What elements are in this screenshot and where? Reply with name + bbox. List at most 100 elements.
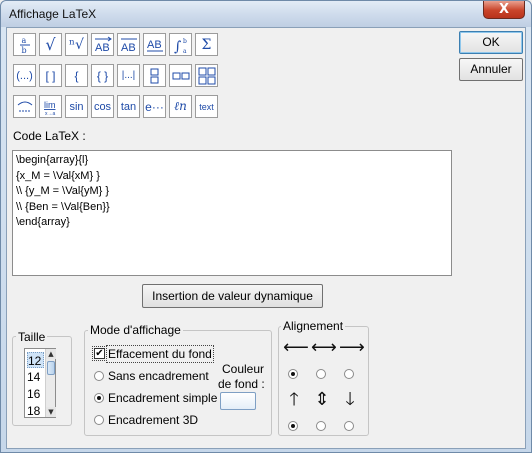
ln-button[interactable]: ℓn (169, 95, 192, 118)
dialog-window: Affichage LaTeX X ab √ ⁿ√ AB AB AB ∫ b a Σ… (0, 0, 532, 453)
text-label: text (199, 101, 214, 112)
overline-button[interactable]: AB (117, 33, 140, 56)
svg-text:∫: ∫ (174, 39, 181, 54)
frame-3d-label[interactable]: Encadrement 3D (108, 413, 198, 427)
vector-icon: AB (94, 36, 112, 54)
scroll-thumb[interactable] (47, 361, 55, 375)
clear-background-checkbox[interactable]: ✔ (92, 346, 107, 361)
sum-button[interactable]: Σ (195, 33, 218, 56)
overline-icon: AB (120, 38, 137, 54)
matrix-button[interactable] (195, 64, 218, 87)
column-array-icon (150, 68, 158, 83)
sin-button[interactable]: sin (65, 95, 88, 118)
align-center-radio[interactable] (316, 369, 326, 379)
svg-text:lim: lim (44, 100, 56, 110)
text-button[interactable]: text (195, 95, 218, 118)
alignment-title: Alignement (281, 319, 346, 333)
svg-text:x→a: x→a (45, 111, 56, 116)
row-array-button[interactable] (169, 64, 192, 87)
align-bottom-radio[interactable] (344, 421, 354, 431)
brackets-icon: [ ] (45, 68, 56, 83)
no-frame-label[interactable]: Sans encadrement (108, 369, 209, 383)
align-middle-icon: ⇕ (314, 389, 330, 410)
align-left-radio[interactable] (288, 369, 298, 379)
ln-icon: ℓn (174, 99, 187, 113)
braces-icon: { } (96, 68, 109, 83)
background-color-label-line1: Couleur (222, 362, 265, 376)
background-color-label-line2: de fond : (218, 377, 265, 391)
brackets-button[interactable]: [ ] (39, 64, 62, 87)
left-brace-button[interactable]: { (65, 64, 88, 87)
cos-label: cos (93, 100, 112, 113)
integral-button[interactable]: ∫ b a (169, 33, 192, 56)
matrix-icon (198, 67, 215, 84)
exponential-button[interactable]: e··· (143, 95, 166, 118)
align-center-icon: ⟷ (311, 337, 337, 358)
limit-button[interactable]: lim x→a (39, 95, 62, 118)
tan-label: tan (120, 100, 137, 113)
size-list-scrollbar[interactable]: ▲ ▼ (45, 349, 56, 417)
nth-root-icon: ⁿ√ (69, 36, 84, 53)
nth-root-button[interactable]: ⁿ√ (65, 33, 88, 56)
align-middle-radio[interactable] (316, 421, 326, 431)
sqrt-button[interactable]: √ (39, 33, 62, 56)
column-array-button[interactable] (143, 64, 166, 87)
cos-button[interactable]: cos (91, 95, 114, 118)
code-line: \begin{array}{l} (16, 154, 89, 166)
svg-text:b: b (183, 38, 187, 45)
ok-button[interactable]: OK (459, 31, 523, 54)
svg-text:a: a (183, 48, 187, 54)
svg-text:AB: AB (95, 42, 110, 54)
align-right-radio[interactable] (344, 369, 354, 379)
align-left-icon: ⟵ (283, 337, 309, 358)
cancel-button[interactable]: Annuler (459, 58, 523, 81)
limit-icon: limx→a (44, 100, 56, 116)
no-frame-radio[interactable] (94, 371, 104, 381)
arc-icon (17, 101, 32, 111)
list-item[interactable]: 12 (27, 352, 44, 368)
align-top-icon: 🡑 (289, 389, 299, 410)
code-label: Code LaTeX : (13, 129, 86, 143)
underline-button[interactable]: AB (143, 33, 166, 56)
svg-text:AB: AB (121, 42, 136, 54)
list-item[interactable]: 16 (27, 386, 44, 402)
row-array-icon (172, 72, 189, 79)
svg-text:a: a (21, 36, 26, 45)
simple-frame-radio[interactable] (94, 393, 104, 403)
fraction-icon: ab (19, 36, 30, 54)
tan-button[interactable]: tan (117, 95, 140, 118)
parentheses-button[interactable]: (...) (13, 64, 36, 87)
code-line: \\ {y_M = \Val{yM} } (16, 185, 110, 197)
scroll-up-icon[interactable]: ▲ (46, 349, 56, 359)
close-button[interactable]: X (483, 1, 525, 19)
align-right-icon: ⟶ (339, 337, 365, 358)
align-bottom-icon: 🡓 (345, 389, 355, 410)
clear-background-label[interactable]: Effacement du fond (106, 345, 214, 363)
absolute-value-button[interactable]: |...| (117, 64, 140, 87)
fraction-button[interactable]: ab (13, 33, 36, 56)
arc-button[interactable] (13, 95, 36, 118)
insert-dynamic-value-button[interactable]: Insertion de valeur dynamique (142, 284, 323, 308)
simple-frame-label[interactable]: Encadrement simple (108, 391, 217, 405)
braces-button[interactable]: { } (91, 64, 114, 87)
background-color-button[interactable] (220, 392, 256, 410)
vector-button[interactable]: AB (91, 33, 114, 56)
list-item[interactable]: 18 (27, 403, 44, 419)
underline-icon: AB (146, 39, 163, 51)
latex-code-editor[interactable]: \begin{array}{l} {x_M = \Val{xM} } \\ {y… (12, 150, 452, 276)
scroll-down-icon[interactable]: ▼ (46, 407, 56, 417)
code-line: \\ {Ben = \Val{Ben}} (16, 200, 110, 213)
code-line: \end{array} (16, 216, 70, 228)
code-line: {x_M = \Val{xM} } (16, 169, 100, 182)
title-bar[interactable]: Affichage LaTeX X (1, 1, 531, 27)
align-top-radio[interactable] (288, 421, 298, 431)
exponential-icon: e··· (145, 99, 164, 114)
list-item[interactable]: 14 (27, 369, 44, 385)
window-title: Affichage LaTeX (9, 7, 97, 21)
frame-3d-radio[interactable] (94, 415, 104, 425)
sin-label: sin (69, 100, 84, 113)
svg-text:AB: AB (147, 39, 162, 51)
absolute-value-icon: |...| (121, 70, 136, 81)
sum-icon: Σ (201, 36, 212, 53)
display-mode-title: Mode d'affichage (88, 323, 183, 337)
